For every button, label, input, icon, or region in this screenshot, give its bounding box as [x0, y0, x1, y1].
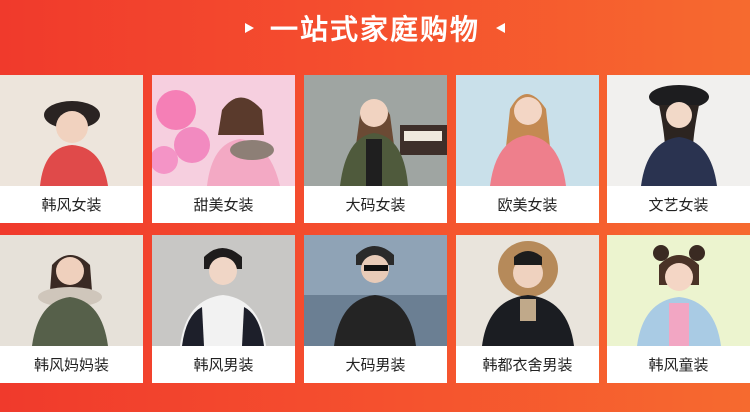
category-banner: 一站式家庭购物 韩风女装 甜美女装 大码女装 欧美女装 文艺女装 韩风妈妈装 韩… — [0, 0, 750, 412]
banner-header: 一站式家庭购物 — [0, 8, 750, 48]
category-card-korean-mens[interactable]: 韩风男装 — [152, 235, 295, 383]
category-label: 文艺女装 — [607, 186, 750, 223]
model-photo — [607, 235, 750, 346]
category-label: 韩风妈妈装 — [0, 346, 143, 383]
model-photo — [0, 75, 143, 186]
model-photo — [0, 235, 143, 346]
model-photo — [304, 75, 447, 186]
model-photo — [304, 235, 447, 346]
category-label: 大码男装 — [304, 346, 447, 383]
model-photo — [152, 235, 295, 346]
category-card-korean-kids[interactable]: 韩风童装 — [607, 235, 750, 383]
banner-title: 一站式家庭购物 — [269, 13, 480, 46]
category-label: 欧美女装 — [456, 186, 599, 223]
category-label: 韩风男装 — [152, 346, 295, 383]
right-triangle-icon — [242, 21, 256, 35]
model-photo — [152, 75, 295, 186]
model-photo — [456, 75, 599, 186]
left-triangle-icon — [494, 21, 508, 35]
category-card-sweet-womens[interactable]: 甜美女装 — [152, 75, 295, 223]
category-card-literary-womens[interactable]: 文艺女装 — [607, 75, 750, 223]
category-card-plus-size-womens[interactable]: 大码女装 — [304, 75, 447, 223]
category-card-handu-mens[interactable]: 韩都衣舍男装 — [456, 235, 599, 383]
category-label: 韩都衣舍男装 — [456, 346, 599, 383]
category-label: 韩风女装 — [0, 186, 143, 223]
category-card-plus-size-mens[interactable]: 大码男装 — [304, 235, 447, 383]
category-card-western-womens[interactable]: 欧美女装 — [456, 75, 599, 223]
model-photo — [607, 75, 750, 186]
category-label: 韩风童装 — [607, 346, 750, 383]
category-card-korean-mothers[interactable]: 韩风妈妈装 — [0, 235, 143, 383]
category-label: 甜美女装 — [152, 186, 295, 223]
category-label: 大码女装 — [304, 186, 447, 223]
category-card-korean-womens[interactable]: 韩风女装 — [0, 75, 143, 223]
model-photo — [456, 235, 599, 346]
